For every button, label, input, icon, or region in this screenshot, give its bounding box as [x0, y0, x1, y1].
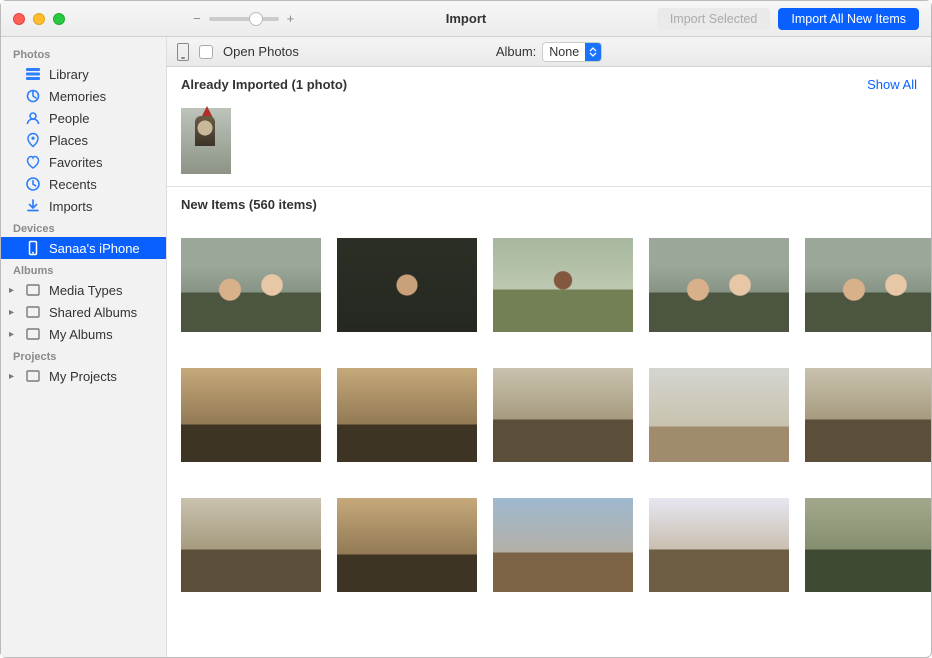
recents-icon	[25, 176, 41, 192]
photo-thumbnail[interactable]	[805, 368, 931, 462]
sidebar-item-places[interactable]: Places	[1, 129, 166, 151]
chevron-right-icon[interactable]: ▸	[9, 329, 14, 340]
window-controls	[1, 13, 65, 25]
chevron-right-icon[interactable]: ▸	[9, 307, 14, 318]
sidebar-item-label: Favorites	[49, 155, 102, 170]
library-icon	[25, 66, 41, 82]
sidebar-item-my-albums[interactable]: ▸ My Albums	[1, 323, 166, 345]
zoom-out-icon[interactable]: −	[193, 11, 201, 26]
album-icon	[25, 368, 41, 384]
photo-thumbnail[interactable]	[649, 498, 789, 592]
sidebar: Photos Library Memories People Places Favorit…	[1, 37, 167, 657]
sidebar-item-label: Shared Albums	[49, 305, 137, 320]
people-icon	[25, 110, 41, 126]
photo-thumbnail[interactable]	[805, 238, 931, 332]
sidebar-item-label: People	[49, 111, 89, 126]
sidebar-item-my-projects[interactable]: ▸ My Projects	[1, 365, 166, 387]
thumbnail-zoom-slider[interactable]: − +	[193, 11, 294, 26]
sidebar-group-label: Devices	[1, 217, 166, 237]
sidebar-item-sanaa-s-iphone[interactable]: Sanaa's iPhone	[1, 237, 166, 259]
sidebar-item-label: Imports	[49, 199, 92, 214]
fullscreen-icon[interactable]	[53, 13, 65, 25]
places-icon	[25, 132, 41, 148]
titlebar: − + Import Import Selected Import All Ne…	[1, 1, 931, 37]
new-items-heading: New Items (560 items)	[181, 197, 317, 212]
minimize-icon[interactable]	[33, 13, 45, 25]
chevron-right-icon[interactable]: ▸	[9, 285, 14, 296]
sidebar-item-label: Memories	[49, 89, 106, 104]
album-icon	[25, 304, 41, 320]
album-select[interactable]: None	[542, 42, 602, 62]
import-all-button[interactable]: Import All New Items	[778, 8, 919, 30]
sidebar-group-label: Albums	[1, 259, 166, 279]
album-icon	[25, 282, 41, 298]
slider-track[interactable]	[209, 17, 279, 21]
photo-thumbnail[interactable]	[493, 498, 633, 592]
close-icon[interactable]	[13, 13, 25, 25]
photo-thumbnail[interactable]	[181, 498, 321, 592]
sidebar-item-people[interactable]: People	[1, 107, 166, 129]
photo-thumbnail[interactable]	[337, 368, 477, 462]
album-select-label: Album:	[496, 44, 536, 59]
sidebar-item-label: My Albums	[49, 327, 113, 342]
sidebar-item-shared-albums[interactable]: ▸ Shared Albums	[1, 301, 166, 323]
sidebar-item-label: Media Types	[49, 283, 122, 298]
slider-thumb[interactable]	[249, 12, 263, 26]
sidebar-item-favorites[interactable]: Favorites	[1, 151, 166, 173]
photo-thumbnail[interactable]	[337, 238, 477, 332]
sidebar-item-label: Places	[49, 133, 88, 148]
open-photos-checkbox[interactable]	[199, 45, 213, 59]
zoom-in-icon[interactable]: +	[287, 11, 295, 26]
album-icon	[25, 326, 41, 342]
album-select-value: None	[543, 45, 585, 59]
photo-thumbnail[interactable]	[805, 498, 931, 592]
content-area: Open Photos Album: None Already Imported…	[167, 37, 931, 657]
memories-icon	[25, 88, 41, 104]
sidebar-group-label: Projects	[1, 345, 166, 365]
favorites-icon	[25, 154, 41, 170]
photo-thumbnail[interactable]	[493, 238, 633, 332]
sidebar-item-media-types[interactable]: ▸ Media Types	[1, 279, 166, 301]
photo-thumbnail[interactable]	[337, 498, 477, 592]
photo-thumbnail[interactable]	[181, 238, 321, 332]
sidebar-item-label: Library	[49, 67, 89, 82]
chevron-updown-icon	[585, 43, 601, 61]
imports-icon	[25, 198, 41, 214]
photo-thumbnail[interactable]	[181, 368, 321, 462]
sidebar-group-label: Photos	[1, 43, 166, 63]
phone-icon	[25, 240, 41, 256]
sidebar-item-memories[interactable]: Memories	[1, 85, 166, 107]
sidebar-item-imports[interactable]: Imports	[1, 195, 166, 217]
show-all-link[interactable]: Show All	[867, 77, 917, 92]
chevron-right-icon[interactable]: ▸	[9, 371, 14, 382]
sidebar-item-library[interactable]: Library	[1, 63, 166, 85]
sidebar-item-label: Sanaa's iPhone	[49, 241, 140, 256]
photo-thumbnail[interactable]	[493, 368, 633, 462]
already-imported-heading: Already Imported (1 photo)	[181, 77, 347, 92]
open-photos-label: Open Photos	[223, 44, 299, 59]
sidebar-item-label: My Projects	[49, 369, 117, 384]
new-items-grid	[167, 220, 931, 606]
device-icon	[177, 43, 189, 61]
photo-thumbnail[interactable]	[649, 368, 789, 462]
sidebar-item-label: Recents	[49, 177, 97, 192]
import-toolbar: Open Photos Album: None	[167, 37, 931, 67]
photo-thumbnail[interactable]	[649, 238, 789, 332]
photo-thumbnail[interactable]	[181, 108, 231, 174]
import-selected-button: Import Selected	[657, 8, 771, 30]
sidebar-item-recents[interactable]: Recents	[1, 173, 166, 195]
already-imported-grid	[167, 100, 931, 178]
